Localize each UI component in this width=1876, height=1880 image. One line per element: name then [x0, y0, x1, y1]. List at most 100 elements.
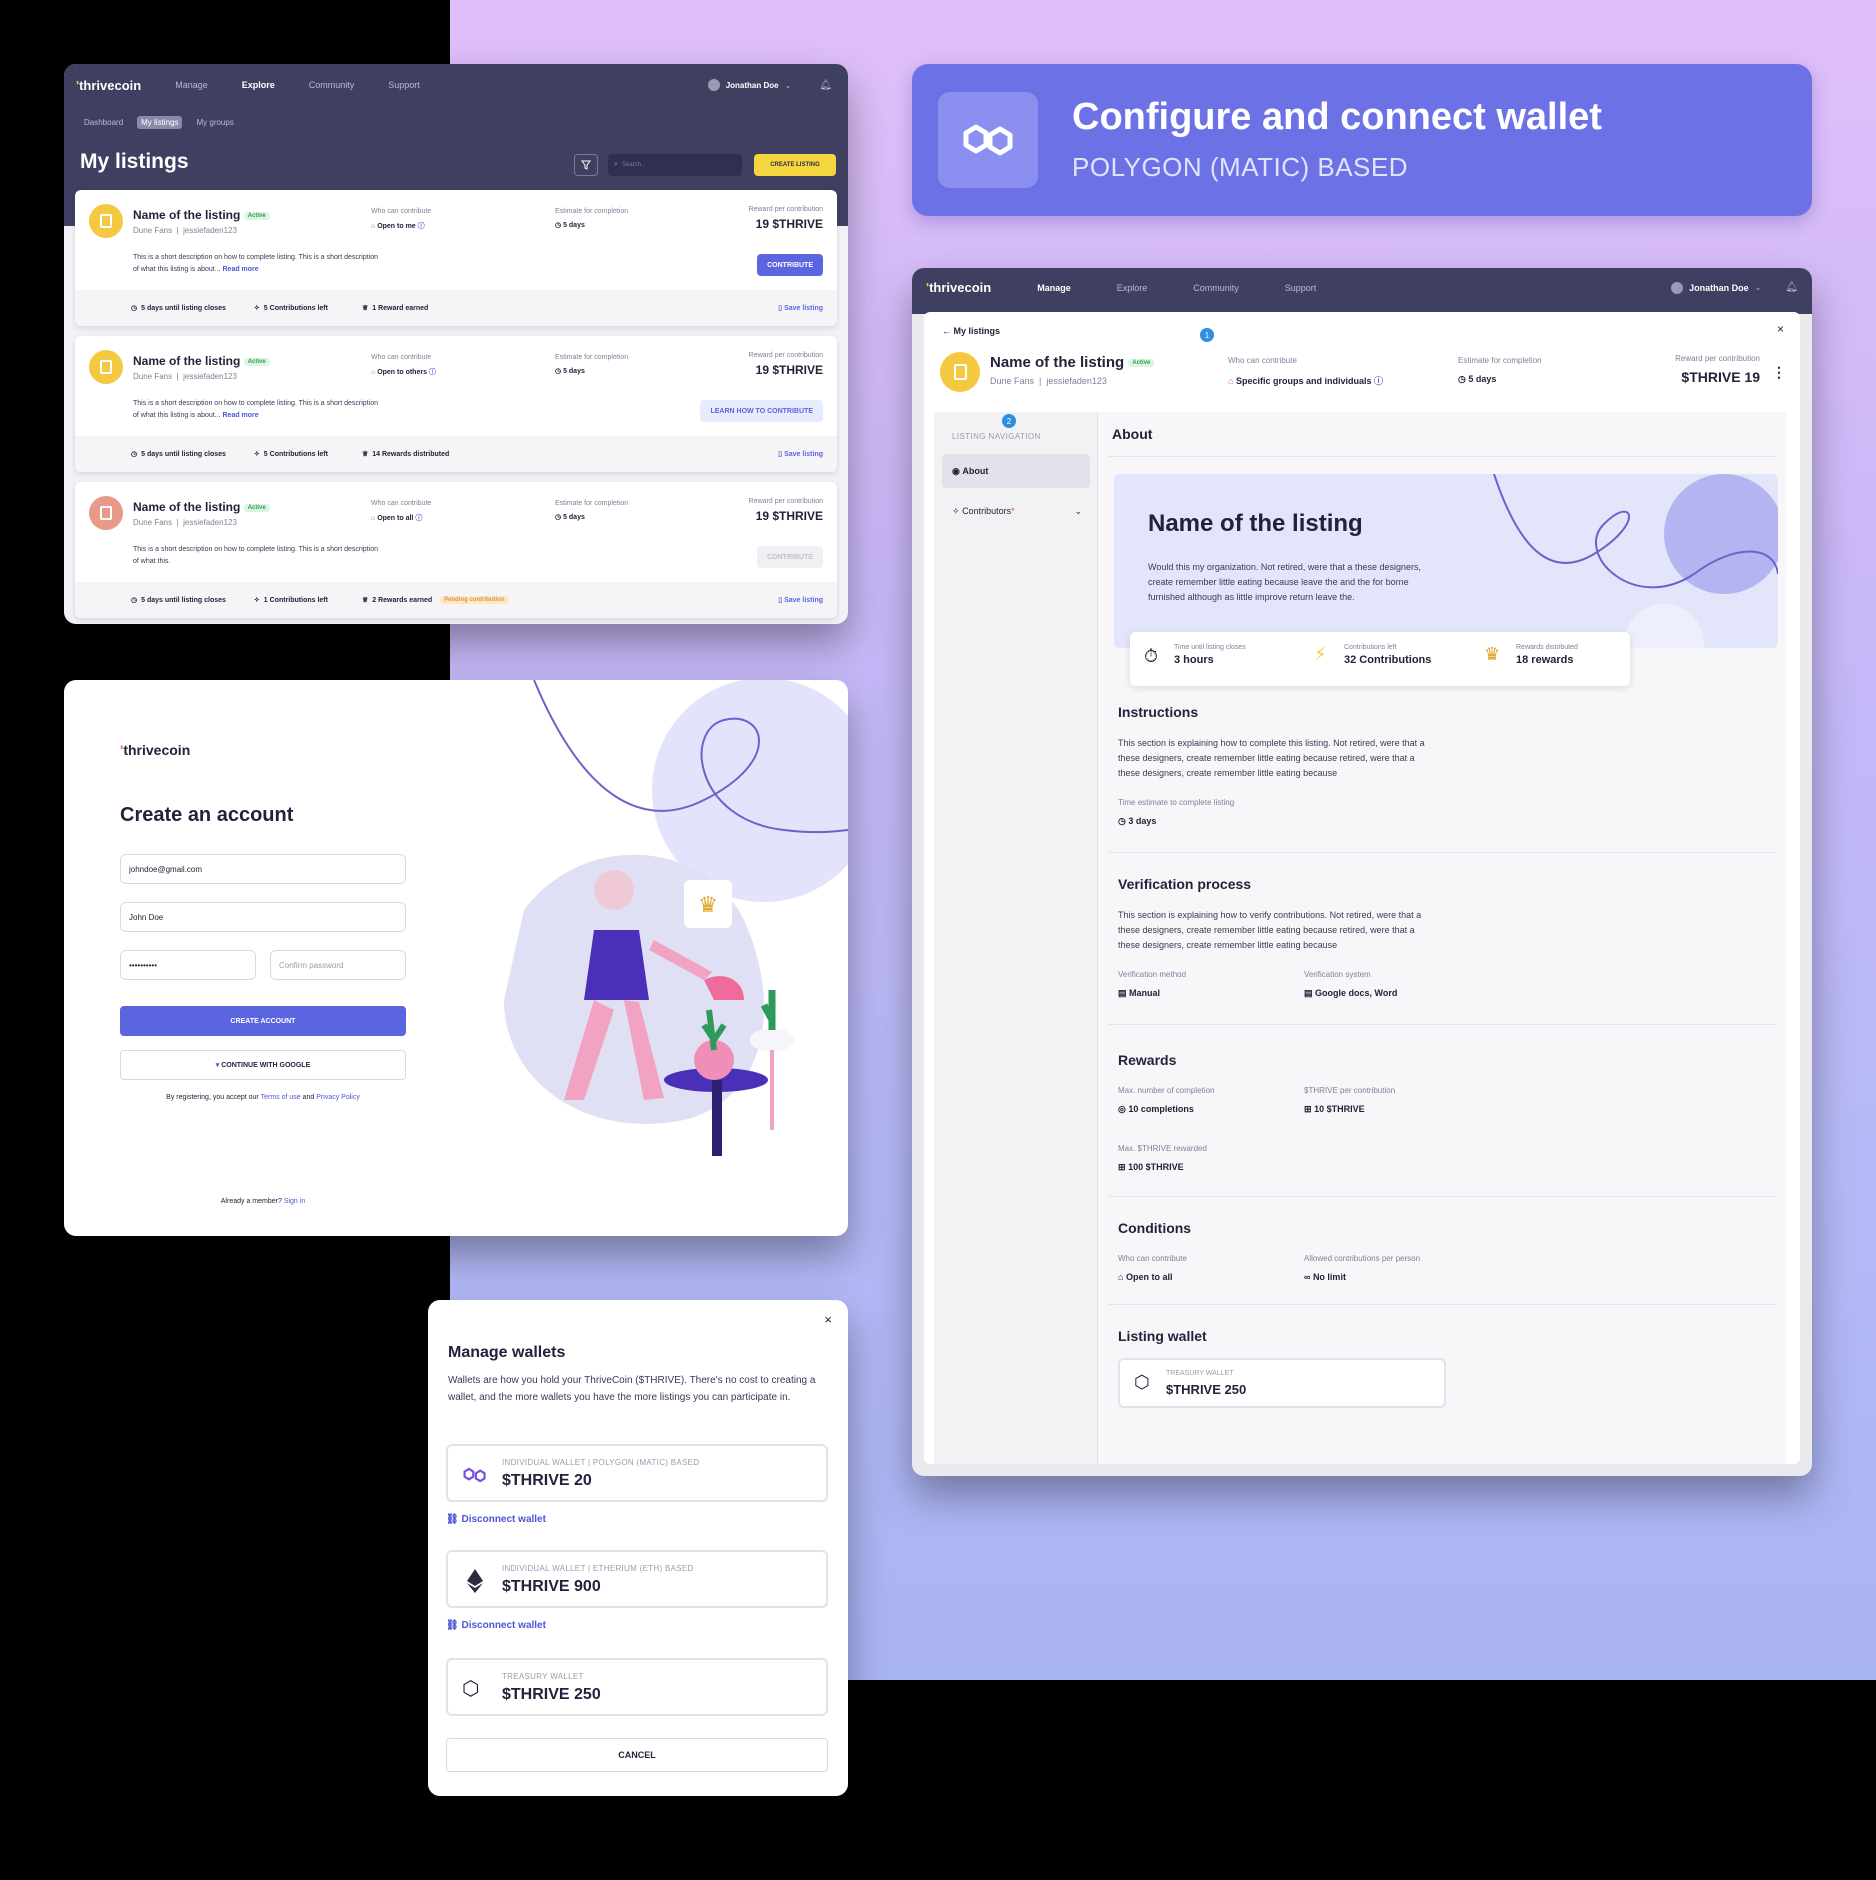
info-icon[interactable]: ⓘ — [1374, 376, 1383, 386]
manage-wallets-modal: × Manage wallets Wallets are how you hol… — [428, 1300, 848, 1796]
listing-card[interactable]: Name of the listing Active Dune Fans | j… — [75, 190, 837, 326]
bell-icon[interactable]: 🔔︎ — [1785, 282, 1798, 293]
nav-community[interactable]: Community — [1193, 283, 1239, 293]
tab-my-groups[interactable]: My groups — [192, 116, 237, 129]
link-icon: ⛓ — [446, 1620, 459, 1631]
listing-wallet-card[interactable]: ⬡ TREASURY WALLET $THRIVE 250 — [1118, 1358, 1446, 1408]
user-name[interactable]: Jonathan Doe — [1689, 283, 1749, 293]
bell-icon[interactable]: 🔔︎ — [819, 80, 832, 91]
about-section: About Name of the listing Would this my … — [1098, 412, 1786, 1464]
listing-title[interactable]: Name of the listing Active — [133, 354, 270, 368]
reward: Reward per contribution 19 $THRIVE — [748, 206, 823, 231]
privacy-link[interactable]: Privacy Policy — [316, 1094, 360, 1101]
contribute-button-disabled[interactable]: CONTRIBUTE — [757, 546, 823, 568]
save-listing-button[interactable]: ▯ Save listing — [778, 304, 823, 312]
name-field[interactable]: John Doe — [120, 902, 406, 932]
bookmark-icon: ▯ — [778, 597, 783, 604]
terms-link[interactable]: Terms of use — [261, 1094, 301, 1101]
back-link[interactable]: ← My listings — [942, 326, 1000, 336]
create-listing-button[interactable]: CREATE LISTING — [754, 154, 836, 176]
reward: Reward per contribution 19 $THRIVE — [748, 498, 823, 523]
wallet-label: INDIVIDUAL WALLET | POLYGON (MATIC) BASE… — [502, 1458, 700, 1467]
clipboard-icon — [100, 360, 112, 374]
search-placeholder: Search... — [621, 162, 646, 168]
wallet-value: $THRIVE 20 — [502, 1472, 592, 1489]
condition-allowed: Allowed contributions per person ∞ No lim… — [1304, 1254, 1421, 1282]
clock-icon: ◷ — [1118, 816, 1126, 826]
wallet-card-polygon[interactable]: INDIVIDUAL WALLET | POLYGON (MATIC) BASE… — [446, 1444, 828, 1502]
info-icon[interactable]: ⓘ — [418, 223, 425, 230]
who-can-contribute: Who can contribute ⌂ Open to me ⓘ — [371, 208, 432, 230]
info-icon: ◉ — [952, 465, 960, 476]
who-can-contribute: Who can contribute ⌂ Open to others ⓘ — [371, 354, 436, 376]
chevron-down-icon[interactable]: ⌄ — [1755, 283, 1762, 292]
confirm-password-field[interactable]: Confirm password — [270, 950, 406, 980]
more-options-icon[interactable]: ⋮ — [1772, 364, 1786, 381]
polygon-logo — [938, 92, 1038, 188]
listing-icon — [89, 350, 123, 384]
save-listing-button[interactable]: ▯ Save listing — [778, 596, 823, 604]
terms-text: By registering, you accept our Terms of … — [166, 1094, 360, 1101]
thrive-per-contribution: $THRIVE per contribution ⊞ 10 $THRIVE — [1304, 1086, 1396, 1114]
signin-link[interactable]: Sign in — [284, 1198, 305, 1205]
filter-button[interactable] — [574, 154, 598, 176]
cancel-button[interactable]: CANCEL — [446, 1738, 828, 1772]
chevron-down-icon[interactable]: ⌄ — [785, 81, 792, 90]
avatar[interactable] — [707, 79, 720, 91]
wallet-value: $THRIVE 900 — [502, 1578, 601, 1595]
listing-card[interactable]: Name of the listing Active Dune Fans | j… — [75, 482, 837, 618]
nav-explore[interactable]: Explore — [242, 80, 275, 90]
nav-community[interactable]: Community — [309, 80, 355, 90]
hero-title: Name of the listing — [1148, 510, 1363, 537]
close-icon[interactable]: × — [1777, 322, 1784, 336]
disconnect-wallet-link[interactable]: ⛓ Disconnect wallet — [446, 1620, 546, 1631]
nav-manage[interactable]: Manage — [175, 80, 208, 90]
bolt-icon: ⚡︎ — [1314, 644, 1327, 664]
avatar[interactable] — [1671, 281, 1684, 294]
nav-item-contributors[interactable]: ✧ Contributors * ⌄ — [952, 506, 1082, 517]
wallet-card-treasury[interactable]: ⬡ TREASURY WALLET $THRIVE 250 — [446, 1658, 828, 1716]
arrow-left-icon: ← — [942, 326, 951, 336]
divider — [1108, 852, 1776, 853]
google-button[interactable]: ▾ CONTINUE WITH GOOGLE — [120, 1050, 406, 1080]
password-field[interactable]: •••••••••• — [120, 950, 256, 980]
tab-dashboard[interactable]: Dashboard — [80, 116, 127, 129]
tab-my-listings[interactable]: My listings — [137, 116, 183, 129]
google-icon: ▾ — [215, 1062, 220, 1069]
create-account-button[interactable]: CREATE ACCOUNT — [120, 1006, 406, 1036]
read-more-link[interactable]: Read more — [223, 412, 259, 419]
read-more-link[interactable]: Read more — [223, 266, 259, 273]
nav-explore[interactable]: Explore — [1117, 283, 1148, 293]
listing-title[interactable]: Name of the listing Active — [133, 208, 270, 222]
chevron-down-icon[interactable]: ⌄ — [1074, 506, 1082, 517]
listing-card[interactable]: Name of the listing Active Dune Fans | j… — [75, 336, 837, 472]
contribute-button[interactable]: CONTRIBUTE — [757, 254, 823, 276]
clock-icon: ◷ — [555, 368, 562, 375]
stage: { "brand": {"logo": "thrivecoin"}, "list… — [0, 0, 1876, 1880]
listing-title[interactable]: Name of the listing Active — [133, 500, 270, 514]
nav-support[interactable]: Support — [388, 80, 420, 90]
top-nav: 'thrivecoin Manage Explore Community Sup… — [76, 76, 832, 94]
info-icon[interactable]: ⓘ — [429, 369, 436, 376]
status-badge: Active — [243, 211, 270, 220]
nav-manage[interactable]: Manage — [1037, 283, 1071, 293]
disconnect-wallet-link[interactable]: ⛓ Disconnect wallet — [446, 1514, 546, 1525]
close-icon[interactable]: × — [824, 1312, 832, 1327]
stat-time: Time until listing closes 3 hours — [1174, 644, 1246, 666]
info-icon[interactable]: ⓘ — [415, 515, 422, 522]
save-listing-button[interactable]: ▯ Save listing — [778, 450, 823, 458]
instructions-text: This section is explaining how to comple… — [1118, 738, 1425, 778]
logo[interactable]: 'thrivecoin — [926, 280, 991, 295]
learn-how-button[interactable]: LEARN HOW TO CONTRIBUTE — [700, 400, 823, 422]
email-field[interactable]: johndoe@gmail.com — [120, 854, 406, 884]
nav-item-about[interactable]: ◉ About — [942, 454, 1090, 488]
nav-support[interactable]: Support — [1285, 283, 1317, 293]
wallet-card-ethereum[interactable]: INDIVIDUAL WALLET | ETHERIUM (ETH) BASED… — [446, 1550, 828, 1608]
infinity-icon: ∞ — [1304, 1272, 1311, 1282]
pending-badge: Pending contribution — [440, 596, 509, 604]
search-input[interactable]: ⌕ Search... — [608, 154, 742, 176]
user-name[interactable]: Jonathan Doe — [726, 81, 779, 90]
logo[interactable]: 'thrivecoin — [76, 78, 141, 93]
logo[interactable]: 'thrivecoin — [120, 742, 190, 758]
verification-method: Verification method ▤ Manual — [1118, 970, 1187, 998]
